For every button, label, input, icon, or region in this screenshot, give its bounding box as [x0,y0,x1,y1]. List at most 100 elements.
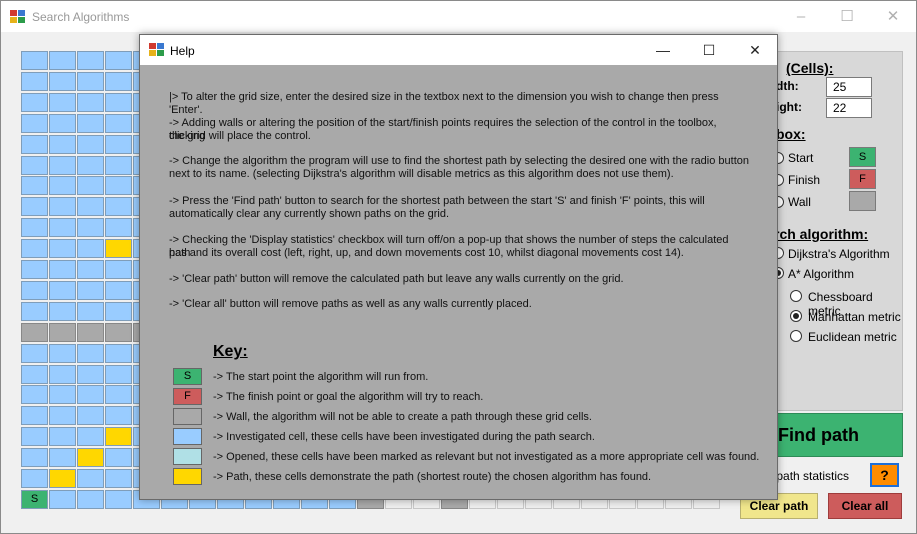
grid-cell[interactable] [105,134,132,154]
grid-cell[interactable] [49,260,76,279]
grid-cell[interactable] [105,301,132,321]
wall-swatch[interactable] [849,191,876,211]
grid-cell[interactable] [105,448,132,468]
grid-cell[interactable] [77,322,104,342]
grid-cell[interactable] [21,71,48,91]
help-minimize-button[interactable]: — [640,35,686,65]
grid-cell[interactable] [105,113,132,133]
maximize-button[interactable]: ☐ [824,1,870,32]
help-button[interactable]: ? [870,463,899,487]
grid-cell[interactable] [77,71,104,91]
grid-cell[interactable] [49,176,76,196]
grid-cell[interactable] [105,469,132,488]
grid-cell[interactable] [105,322,132,342]
grid-cell[interactable] [21,260,48,279]
grid-cell[interactable] [21,385,48,405]
grid-cell[interactable] [77,364,104,384]
grid-cell[interactable] [105,260,132,279]
start-swatch[interactable]: S [849,147,876,167]
grid-cell[interactable] [105,218,132,238]
grid-cell[interactable] [77,92,104,112]
grid-cell[interactable] [77,448,104,468]
grid-cell[interactable] [77,406,104,426]
grid-cell[interactable] [49,280,76,300]
grid-cell[interactable] [21,427,48,447]
grid-cell[interactable] [105,343,132,363]
grid-cell[interactable] [77,134,104,154]
grid-cell[interactable] [77,155,104,175]
grid-cell[interactable] [49,155,76,175]
grid-cell[interactable] [49,322,76,342]
grid-cell[interactable] [105,155,132,175]
width-input[interactable]: 25 [826,77,872,97]
grid-cell[interactable] [49,448,76,468]
grid-cell[interactable] [21,155,48,175]
grid-cell[interactable] [49,469,76,488]
grid-cell[interactable] [21,469,48,488]
grid-cell[interactable] [105,176,132,196]
grid-cell[interactable] [105,427,132,447]
grid-cell[interactable] [77,113,104,133]
grid-cell[interactable] [105,280,132,300]
grid-cell[interactable] [49,113,76,133]
grid-cell[interactable] [105,364,132,384]
finish-swatch[interactable]: F [849,169,876,189]
grid-cell[interactable] [105,239,132,259]
manhattan-radio[interactable] [790,310,802,322]
grid-cell[interactable] [77,260,104,279]
grid-cell[interactable] [77,51,104,70]
grid-cell[interactable] [77,489,104,509]
grid-cell[interactable] [21,239,48,259]
chessboard-radio[interactable] [790,290,802,302]
help-close-button[interactable]: ✕ [732,35,778,65]
close-button[interactable]: ✕ [870,1,916,32]
grid-cell[interactable] [21,448,48,468]
grid-cell[interactable] [21,301,48,321]
grid-cell[interactable] [105,489,132,509]
grid-cell[interactable] [21,406,48,426]
grid-cell[interactable] [21,113,48,133]
grid-cell[interactable] [77,385,104,405]
grid-cell[interactable] [77,280,104,300]
grid-cell[interactable] [77,469,104,488]
help-maximize-button[interactable]: ☐ [686,35,732,65]
grid-cell[interactable] [21,218,48,238]
grid-cell[interactable] [49,427,76,447]
grid-cell[interactable] [21,280,48,300]
grid-cell[interactable] [77,301,104,321]
euclidean-radio[interactable] [790,330,802,342]
grid-cell[interactable] [105,197,132,217]
grid-cell[interactable] [49,92,76,112]
grid-cell[interactable] [21,322,48,342]
grid-cell[interactable] [49,489,76,509]
grid-cell[interactable] [49,51,76,70]
grid-cell[interactable] [49,343,76,363]
grid-cell[interactable] [21,92,48,112]
grid-cell[interactable] [77,427,104,447]
grid-cell[interactable] [21,197,48,217]
grid-cell-start[interactable]: S [21,489,48,509]
minimize-button[interactable]: – [778,1,824,32]
grid-cell[interactable] [105,71,132,91]
grid-cell[interactable] [21,343,48,363]
grid-cell[interactable] [77,218,104,238]
grid-cell[interactable] [49,385,76,405]
clear-all-button[interactable]: Clear all [828,493,902,519]
grid-cell[interactable] [49,134,76,154]
grid-cell[interactable] [105,92,132,112]
grid-cell[interactable] [77,197,104,217]
grid-cell[interactable] [105,385,132,405]
grid-cell[interactable] [21,134,48,154]
grid-cell[interactable] [49,239,76,259]
grid-cell[interactable] [77,176,104,196]
grid-cell[interactable] [105,51,132,70]
grid-cell[interactable] [21,51,48,70]
grid-cell[interactable] [49,71,76,91]
grid-cell[interactable] [49,301,76,321]
grid-cell[interactable] [49,218,76,238]
grid-cell[interactable] [21,176,48,196]
grid-cell[interactable] [49,364,76,384]
grid-cell[interactable] [77,343,104,363]
grid-cell[interactable] [49,197,76,217]
grid-cell[interactable] [105,406,132,426]
